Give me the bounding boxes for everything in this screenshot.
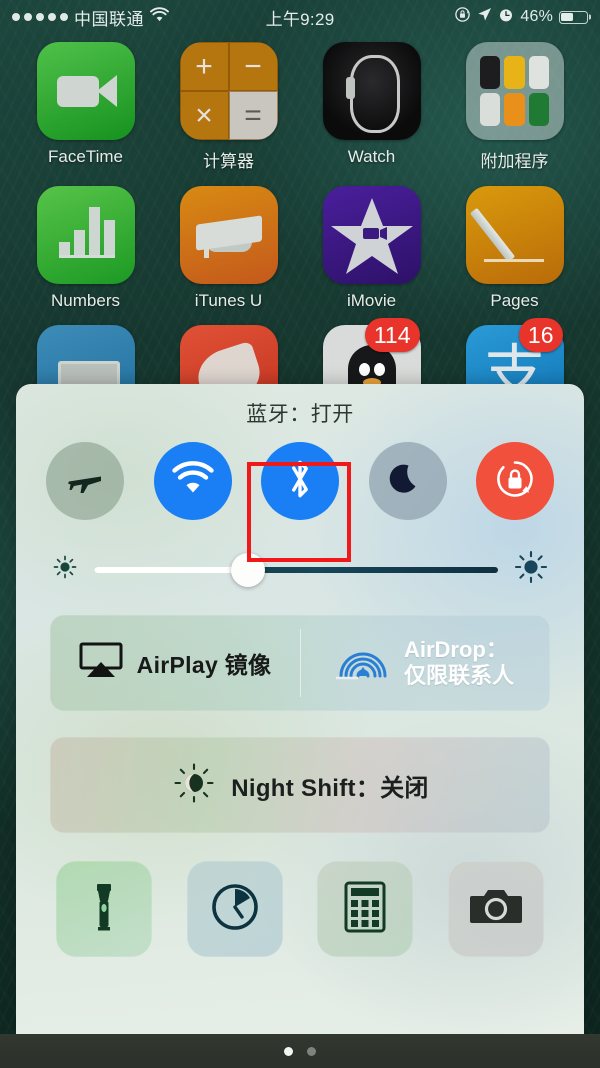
night-shift-icon: [171, 760, 217, 811]
night-shift-label: Night Shift：关闭: [231, 774, 429, 802]
app-numbers[interactable]: Numbers: [28, 186, 144, 311]
bluetooth-icon: [282, 456, 318, 507]
night-shift-card[interactable]: Night Shift：关闭: [50, 737, 550, 833]
folder-icon: [465, 42, 564, 140]
iphone-screen: 中国联通 上午9:29 46% FaceTime + − × = 计算器 Wat…: [0, 0, 600, 1068]
app-row: Numbers iTunes U iMovie Pages: [0, 186, 600, 311]
page-dot-2[interactable]: [307, 1047, 316, 1056]
timer-shortcut[interactable]: [186, 861, 283, 957]
numbers-icon: [36, 186, 135, 284]
calc-key-equals: =: [228, 91, 278, 140]
bluetooth-status-banner: 蓝牙：打开: [246, 403, 354, 426]
calc-key-plus: +: [179, 42, 229, 91]
airdrop-label: AirDrop： 仅限联系人: [404, 637, 514, 689]
app-calculator[interactable]: + − × = 计算器: [171, 42, 287, 172]
flashlight-icon: [81, 880, 127, 939]
alarm-clock-icon: [498, 7, 514, 28]
wifi-icon: [150, 7, 169, 27]
airdrop-icon: [335, 637, 390, 690]
app-label: 附加程序: [480, 152, 549, 171]
status-bar-center: 上午9:29: [266, 5, 335, 30]
rotation-lock-icon: [492, 456, 538, 507]
airdrop-button[interactable]: AirDrop： 仅限联系人: [300, 615, 550, 711]
app-label: iMovie: [346, 291, 397, 310]
app-folder-extras[interactable]: 附加程序: [457, 42, 573, 172]
calculator-icon: [343, 881, 387, 938]
brightness-slider[interactable]: [94, 552, 498, 587]
watch-app-icon: [322, 42, 421, 140]
signal-strength-icon: [12, 13, 68, 21]
rotation-lock-toggle[interactable]: [476, 442, 554, 520]
camera-icon: [468, 885, 524, 934]
app-row: FaceTime + − × = 计算器 Watch 附加程序: [0, 42, 600, 172]
airplay-airdrop-card: AirPlay 镜像 AirDrop： 仅限联系人: [50, 615, 550, 711]
home-screen-app-grid: FaceTime + − × = 计算器 Watch 附加程序 Numbers …: [0, 42, 600, 437]
timer-icon: [209, 881, 261, 938]
app-label: FaceTime: [48, 147, 123, 166]
itunes-u-icon: [179, 186, 278, 284]
small-sun-icon: [52, 554, 78, 585]
page-dot-1[interactable]: [284, 1047, 293, 1056]
wifi-toggle[interactable]: [153, 442, 232, 520]
carrier-label: 中国联通: [74, 9, 144, 29]
calc-key-minus: −: [228, 42, 278, 91]
airplane-icon: [63, 457, 107, 506]
battery-percent-label: 46%: [520, 8, 554, 25]
status-bar: 中国联通 上午9:29 46%: [0, 0, 600, 34]
airplane-mode-toggle[interactable]: [46, 442, 124, 520]
moon-icon: [388, 459, 428, 504]
do-not-disturb-toggle[interactable]: [368, 442, 447, 520]
brightness-slider-row: [16, 520, 584, 589]
battery-icon: [559, 10, 589, 24]
airplay-label: AirPlay 镜像: [136, 652, 272, 678]
app-label: 计算器: [203, 152, 254, 171]
app-pages[interactable]: Pages: [457, 186, 573, 311]
app-label: Watch: [347, 147, 396, 166]
calculator-app-icon: + − × =: [179, 42, 278, 140]
calculator-shortcut[interactable]: [317, 861, 414, 957]
app-label: Pages: [490, 291, 539, 310]
night-shift-button[interactable]: Night Shift：关闭: [50, 737, 550, 833]
airdrop-label-line2: 仅限联系人: [403, 663, 514, 688]
flashlight-shortcut[interactable]: [56, 861, 152, 957]
toggle-row: [16, 428, 584, 562]
status-bar-right: 46%: [334, 6, 589, 28]
large-sun-icon: [514, 550, 548, 589]
shortcut-row: [16, 833, 584, 957]
app-facetime[interactable]: FaceTime: [28, 42, 144, 172]
notification-badge: 114: [364, 318, 420, 352]
airplay-icon: [79, 642, 123, 685]
page-indicator[interactable]: [0, 1047, 600, 1056]
airdrop-label-line1: AirDrop：: [403, 637, 508, 663]
status-bar-left: 中国联通: [12, 5, 266, 30]
notification-badge: 16: [518, 318, 563, 352]
location-arrow-icon: [477, 7, 492, 27]
bluetooth-toggle[interactable]: [261, 442, 339, 520]
wifi-icon: [171, 460, 215, 502]
brightness-slider-thumb[interactable]: [230, 552, 265, 587]
rotation-lock-icon: [454, 6, 471, 28]
app-label: iTunes U: [194, 291, 263, 310]
app-label: Numbers: [51, 291, 120, 310]
control-center-panel: 蓝牙：打开 AirPlay 镜像 AirDrop： 仅限联系人 Night Sh…: [16, 384, 584, 1035]
facetime-icon: [36, 42, 135, 140]
calc-key-times: ×: [179, 91, 229, 140]
app-imovie[interactable]: iMovie: [314, 186, 430, 311]
camera-shortcut[interactable]: [447, 861, 544, 957]
airplay-mirroring-button[interactable]: AirPlay 镜像: [50, 615, 300, 711]
app-watch[interactable]: Watch: [314, 42, 430, 172]
clock-label: 上午9:29: [265, 9, 335, 29]
imovie-icon: [322, 186, 421, 284]
pages-icon: [465, 186, 564, 284]
app-itunes-u[interactable]: iTunes U: [171, 186, 287, 311]
